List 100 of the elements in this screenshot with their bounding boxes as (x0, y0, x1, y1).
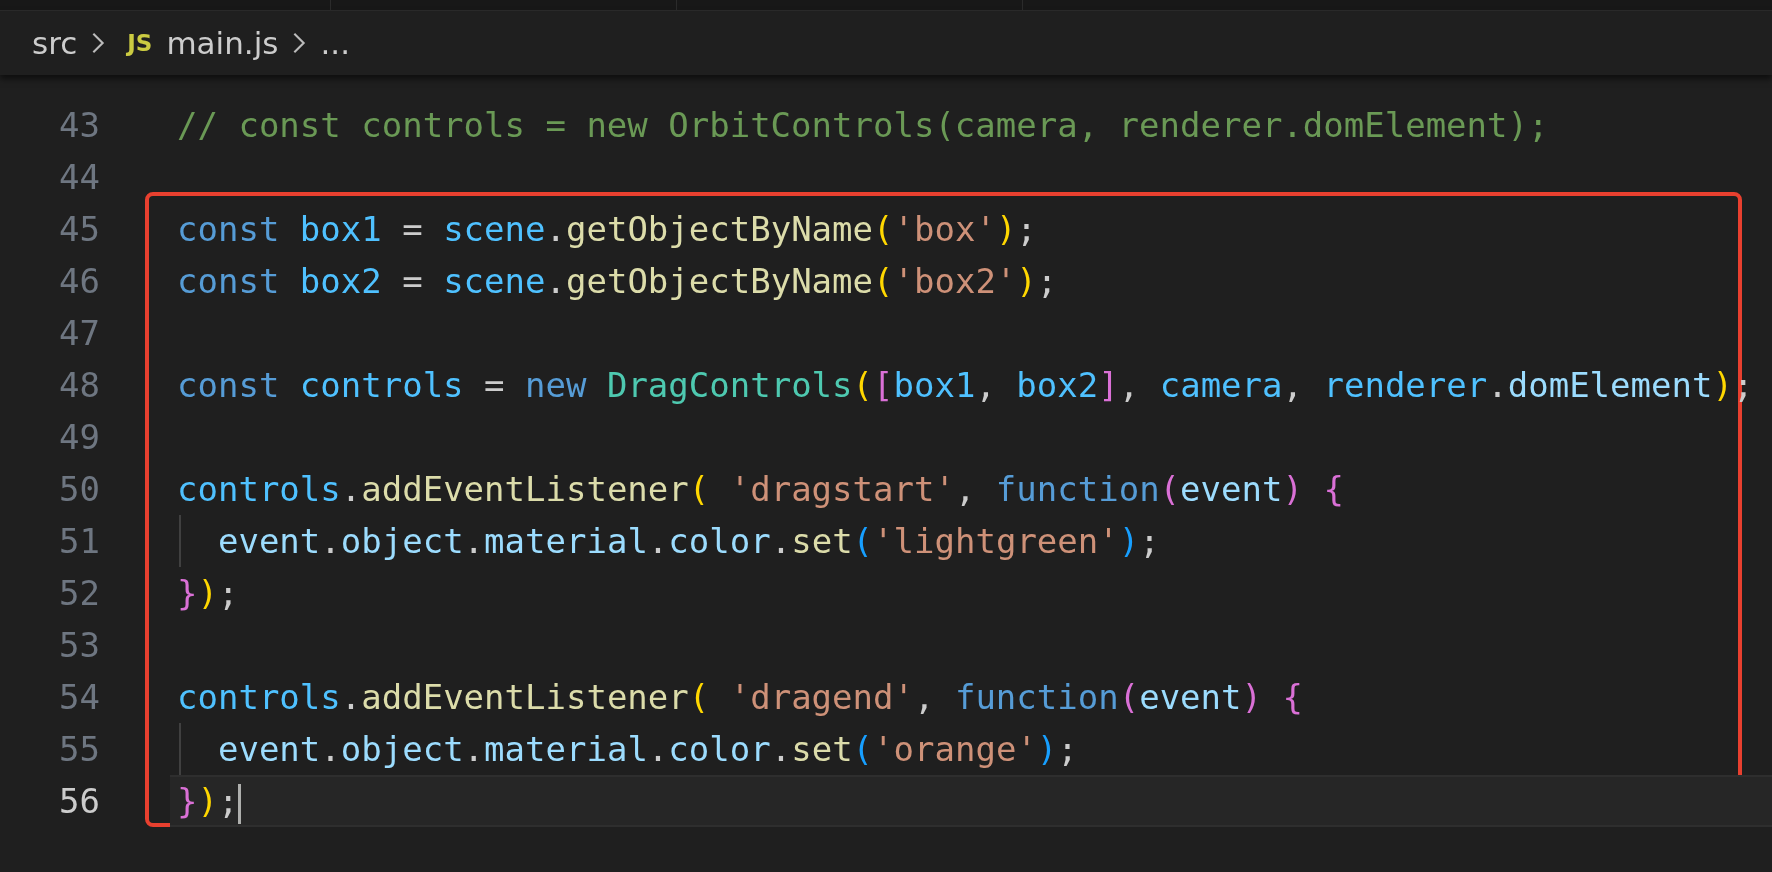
line-number: 50 (58, 468, 100, 511)
code-bracket: ) (197, 573, 218, 613)
code-punctuation: ; (217, 573, 239, 613)
code-bracket: ( (1118, 677, 1140, 717)
breadcrumb-item[interactable]: src (32, 25, 78, 61)
code-identifier: event (1139, 677, 1242, 717)
code-bracket: ) (197, 781, 218, 821)
code-bracket: ( (852, 729, 874, 769)
code-keyword: const (177, 261, 280, 301)
line-number: 43 (58, 104, 100, 147)
code-bracket: ) (1241, 677, 1262, 717)
code-punctuation: . (463, 521, 485, 561)
code-string: 'box' (893, 209, 996, 249)
code-punctuation: . (340, 469, 362, 509)
code-bracket: ( (873, 209, 894, 249)
code-punctuation: . (340, 677, 362, 717)
code-punctuation: ; (1036, 261, 1058, 301)
code-keyword: function (954, 677, 1119, 717)
chevron-icon (292, 31, 307, 55)
code-identifier: scene (443, 209, 546, 249)
code-string: 'box2' (893, 261, 1017, 301)
code-bracket: ( (1159, 469, 1181, 509)
line-number: 44 (58, 156, 100, 199)
code-bracket: } (177, 573, 198, 613)
breadcrumb-item[interactable]: main.js (166, 25, 279, 61)
line-number: 46 (58, 260, 100, 303)
line-number: 51 (58, 520, 100, 563)
line-number: 49 (58, 416, 100, 459)
code-punctuation: . (1487, 365, 1508, 405)
code-keyword: function (995, 469, 1160, 509)
code-bracket: ( (852, 521, 874, 561)
code-function-name: addEventListener (361, 677, 689, 717)
code-punctuation: , (1118, 365, 1141, 405)
code-identifier: object (340, 521, 464, 561)
code-punctuation: ; (1139, 521, 1160, 561)
code-bracket: ( (688, 677, 710, 717)
line-number: 54 (58, 676, 100, 719)
code-identifier: controls (177, 469, 341, 509)
code-bracket: ) (1036, 729, 1058, 769)
code-punctuation: . (647, 729, 669, 769)
code-identifier: event (1180, 469, 1283, 509)
code-string: 'dragend' (728, 677, 914, 717)
code-punctuation: . (647, 521, 669, 561)
code-punctuation: ; (217, 781, 239, 821)
code-punctuation: , (913, 677, 936, 717)
code-identifier: material (484, 521, 648, 561)
code-bracket: [ (873, 365, 894, 405)
code-bracket: ) (995, 209, 1017, 249)
line-number: 48 (58, 364, 100, 407)
code-function-name: set (791, 521, 853, 561)
file-type-icon: JS (127, 30, 153, 56)
code-bracket: { (1281, 677, 1303, 717)
code-string: 'dragstart' (728, 469, 955, 509)
code-punctuation: ; (1057, 729, 1078, 769)
code-bracket: { (1322, 469, 1344, 509)
code-identifier: box2 (1016, 365, 1099, 405)
code-bracket: ) (1282, 469, 1303, 509)
code-identifier: color (668, 521, 771, 561)
code-identifier: color (668, 729, 771, 769)
code-bracket: ] (1098, 365, 1119, 405)
code-identifier: box1 (893, 365, 976, 405)
code-bracket: ( (688, 469, 710, 509)
code-identifier: camera (1159, 365, 1283, 405)
code-bracket: } (177, 781, 198, 821)
code-keyword: const (177, 365, 280, 405)
code-punctuation: . (545, 209, 566, 249)
code-comment: // const controls = new OrbitControls(camera, renderer.domElement); (177, 105, 1549, 145)
code-identifier: scene (443, 261, 546, 301)
code-identifier: controls (177, 677, 341, 717)
code-keyword: new (525, 365, 587, 405)
code-identifier: box1 (298, 209, 382, 249)
code-identifier: event (216, 729, 321, 769)
code-identifier: renderer (1323, 365, 1488, 405)
code-punctuation: = (401, 209, 424, 249)
code-function-name: getObjectByName (566, 261, 874, 301)
code-bracket: ( (852, 365, 874, 405)
code-punctuation: , (1282, 365, 1304, 405)
line-number: 47 (58, 312, 100, 355)
text-cursor (238, 783, 242, 824)
code-class-name: DragControls (605, 365, 853, 405)
line-number: 45 (58, 208, 100, 251)
code-punctuation: ; (1016, 209, 1037, 249)
code-string: 'orange' (873, 729, 1037, 769)
code-identifier: domElement (1507, 365, 1713, 405)
line-number: 56 (58, 780, 100, 823)
code-identifier: controls (298, 365, 464, 405)
code-keyword: const (177, 209, 280, 249)
code-punctuation: = (483, 365, 506, 405)
code-function-name: getObjectByName (566, 209, 874, 249)
code-bracket: ( (873, 261, 894, 301)
code-function-name: addEventListener (361, 469, 689, 509)
code-punctuation: . (320, 521, 341, 561)
breadcrumb-item[interactable]: ... (320, 25, 351, 61)
code-string: 'lightgreen' (873, 521, 1119, 561)
code-punctuation: . (770, 729, 792, 769)
line-number: 52 (58, 572, 100, 615)
code-bracket: ) (1016, 261, 1037, 301)
code-punctuation: . (770, 521, 792, 561)
chevron-icon (91, 31, 106, 55)
code-bracket: ) (1118, 521, 1140, 561)
